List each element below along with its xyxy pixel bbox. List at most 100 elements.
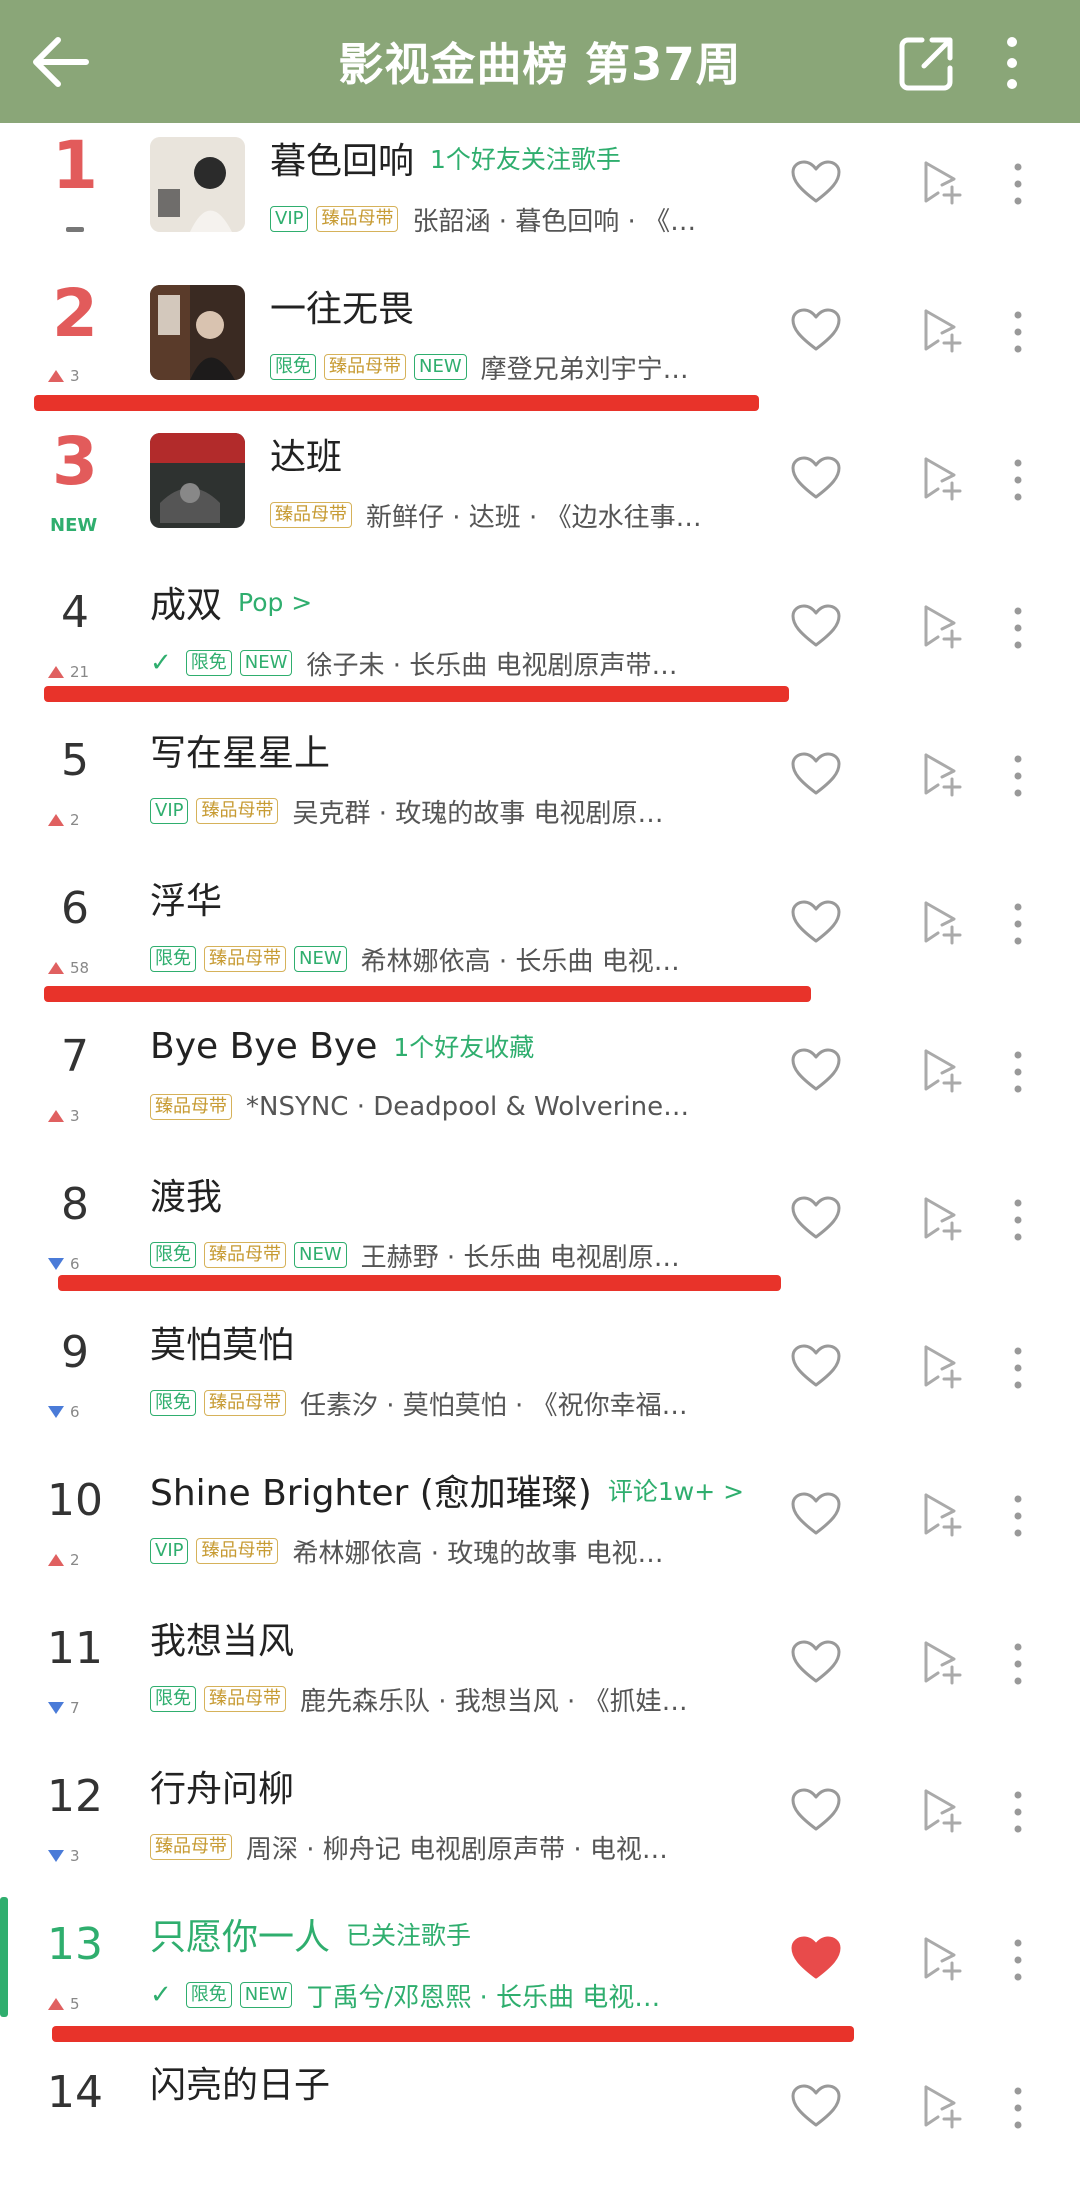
song-title[interactable]: 一往无畏 xyxy=(270,280,414,332)
quality-badge: VIP xyxy=(150,798,189,824)
song-tagline[interactable]: 1个好友收藏 xyxy=(393,1028,534,1064)
share-icon[interactable] xyxy=(898,34,956,92)
add-to-playlist-icon[interactable] xyxy=(918,1193,964,1243)
more-options-icon[interactable] xyxy=(1008,1343,1028,1393)
quality-badge: NEW xyxy=(294,946,347,972)
add-to-playlist-icon[interactable] xyxy=(918,305,964,355)
song-title[interactable]: Shine Brighter (愈加璀璨) xyxy=(150,1464,592,1516)
add-to-playlist-icon[interactable] xyxy=(918,2081,964,2131)
more-options-icon[interactable] xyxy=(1008,1195,1028,1245)
add-to-playlist-icon[interactable] xyxy=(918,1933,964,1983)
add-to-playlist-icon[interactable] xyxy=(918,1045,964,1095)
more-options-icon[interactable] xyxy=(1008,307,1028,357)
song-title[interactable]: 只愿你一人 xyxy=(150,1908,330,1960)
more-options-icon[interactable] xyxy=(1008,1047,1028,1097)
heart-icon[interactable] xyxy=(790,899,842,945)
song-tagline[interactable]: Pop > xyxy=(238,588,312,617)
red-underline-mark xyxy=(34,395,759,411)
heart-icon[interactable] xyxy=(790,1047,842,1093)
rank-change-value: 6 xyxy=(70,1403,80,1421)
song-title[interactable]: 写在星星上 xyxy=(150,724,330,776)
more-options-icon[interactable] xyxy=(1008,1935,1028,1985)
more-options-icon[interactable] xyxy=(1008,1639,1028,1689)
chart-row[interactable]: 1 暮色回响 1个好友关注歌手 VIP 臻品母带 张韶涵 · 暮色回响 · 《… xyxy=(0,123,1080,271)
rank-change: 21 xyxy=(48,663,89,681)
heart-icon[interactable] xyxy=(790,1639,842,1685)
heart-icon[interactable] xyxy=(790,1343,842,1389)
song-title[interactable]: 达班 xyxy=(270,428,342,480)
quality-badge: 臻品母带 xyxy=(204,946,286,972)
red-underline-mark xyxy=(52,2026,854,2042)
more-options-icon[interactable] xyxy=(1008,603,1028,653)
chart-row[interactable]: 11 7 我想当风 限免 臻品母带 鹿先森乐队 · 我想当风 · 《抓娃… xyxy=(0,1603,1080,1751)
song-subtitle-line: VIP 臻品母带 吴克群 · 玫瑰的故事 电视剧原… xyxy=(150,791,664,831)
add-to-playlist-icon[interactable] xyxy=(918,601,964,651)
add-to-playlist-icon[interactable] xyxy=(918,1341,964,1391)
song-title[interactable]: 暮色回响 xyxy=(270,132,414,184)
artist-album-text: 鹿先森乐队 · 我想当风 · 《抓娃… xyxy=(300,1686,688,1717)
song-title[interactable]: 浮华 xyxy=(150,872,222,924)
album-cover[interactable] xyxy=(150,433,245,528)
red-underline-mark xyxy=(58,1275,781,1291)
more-options-icon[interactable] xyxy=(1008,455,1028,505)
more-options-icon[interactable] xyxy=(1008,2083,1028,2133)
rank-number: 14 xyxy=(47,2067,103,2118)
heart-icon[interactable] xyxy=(790,455,842,501)
chart-row[interactable]: 3 NEW 达班 臻品母带 新鲜仔 · 达班 · 《边水往事… xyxy=(0,419,1080,567)
rank-number: 10 xyxy=(47,1475,103,1526)
chart-row[interactable]: 7 3 Bye Bye Bye 1个好友收藏 臻品母带 *NSYNC · Deadpool… xyxy=(0,1011,1080,1159)
add-to-playlist-icon[interactable] xyxy=(918,749,964,799)
rank-change: 6 xyxy=(48,1403,80,1421)
quality-badge: 臻品母带 xyxy=(204,1686,286,1712)
rank-number: 5 xyxy=(61,735,89,786)
chart-row[interactable]: 12 3 行舟问柳 臻品母带 周深 · 柳舟记 电视剧原声带 · 电视… xyxy=(0,1751,1080,1899)
add-to-playlist-icon[interactable] xyxy=(918,1489,964,1539)
song-title[interactable]: 我想当风 xyxy=(150,1612,294,1664)
rank-number: 7 xyxy=(61,1031,89,1082)
song-title[interactable]: 行舟问柳 xyxy=(150,1760,294,1812)
add-to-playlist-icon[interactable] xyxy=(918,157,964,207)
heart-icon[interactable] xyxy=(790,2083,842,2129)
album-cover[interactable] xyxy=(150,137,245,232)
rank-change: 3 xyxy=(48,367,80,385)
rank-number: 3 xyxy=(52,423,98,500)
more-options-icon[interactable] xyxy=(1008,1787,1028,1837)
more-options-icon[interactable] xyxy=(1008,899,1028,949)
heart-icon[interactable] xyxy=(790,1787,842,1833)
heart-filled-icon[interactable] xyxy=(790,1935,842,1981)
chart-row[interactable]: 13 5 只愿你一人 已关注歌手 ✓ 限免 NEW 丁禹兮/邓恩熙 · 长乐曲 电视… xyxy=(0,1899,1080,2047)
artist-album-text: 张韶涵 · 暮色回响 · 《… xyxy=(412,206,697,237)
chart-row[interactable]: 9 6 莫怕莫怕 限免 臻品母带 任素汐 · 莫怕莫怕 · 《祝你幸福… xyxy=(0,1307,1080,1455)
song-title-line: 行舟问柳 xyxy=(150,1761,294,1811)
rank-up-icon xyxy=(48,1554,64,1566)
artist-album-text: 徐子未 · 长乐曲 电视剧原声带… xyxy=(306,650,678,681)
heart-icon[interactable] xyxy=(790,1195,842,1241)
album-cover[interactable] xyxy=(150,285,245,380)
heart-icon[interactable] xyxy=(790,159,842,205)
song-title[interactable]: 成双 xyxy=(150,576,222,628)
heart-icon[interactable] xyxy=(790,603,842,649)
artist-album-text: 任素汐 · 莫怕莫怕 · 《祝你幸福… xyxy=(300,1390,688,1421)
song-tagline[interactable]: 1个好友关注歌手 xyxy=(430,140,621,176)
add-to-playlist-icon[interactable] xyxy=(918,1785,964,1835)
heart-icon[interactable] xyxy=(790,751,842,797)
add-to-playlist-icon[interactable] xyxy=(918,453,964,503)
heart-icon[interactable] xyxy=(790,1491,842,1537)
song-title[interactable]: 莫怕莫怕 xyxy=(150,1316,294,1368)
rank-number: 12 xyxy=(47,1771,103,1822)
more-options-icon[interactable] xyxy=(1008,1491,1028,1541)
more-menu-icon[interactable] xyxy=(1000,34,1024,92)
heart-icon[interactable] xyxy=(790,307,842,353)
song-tagline[interactable]: 评论1w+ > xyxy=(608,1472,744,1508)
chart-row[interactable]: 5 2 写在星星上 VIP 臻品母带 吴克群 · 玫瑰的故事 电视剧原… xyxy=(0,715,1080,863)
song-tagline[interactable]: 已关注歌手 xyxy=(346,1916,471,1952)
add-to-playlist-icon[interactable] xyxy=(918,1637,964,1687)
chart-row[interactable]: 14 闪亮的日子 xyxy=(0,2047,1080,2195)
song-title[interactable]: 闪亮的日子 xyxy=(150,2056,330,2108)
song-title[interactable]: 渡我 xyxy=(150,1168,222,1220)
add-to-playlist-icon[interactable] xyxy=(918,897,964,947)
more-options-icon[interactable] xyxy=(1008,751,1028,801)
more-options-icon[interactable] xyxy=(1008,159,1028,209)
chart-row[interactable]: 10 2 Shine Brighter (愈加璀璨) 评论1w+ > VIP 臻品母带 希林… xyxy=(0,1455,1080,1603)
song-title[interactable]: Bye Bye Bye xyxy=(150,1026,377,1067)
